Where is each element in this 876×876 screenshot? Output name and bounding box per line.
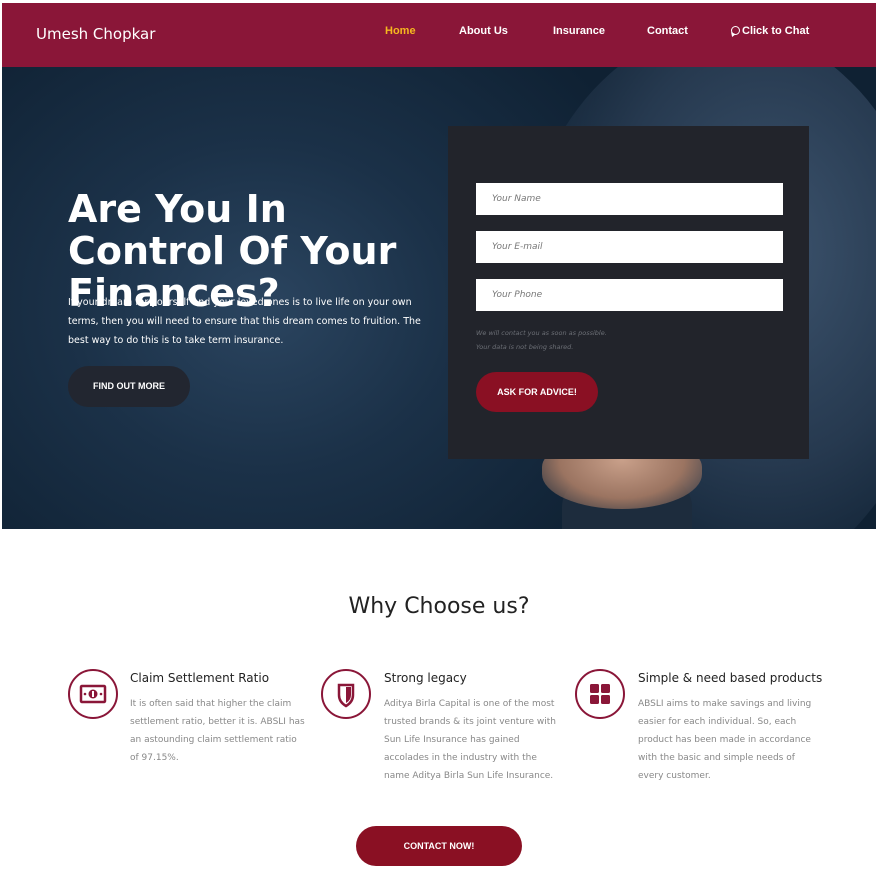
advice-form: We will contact you as soon as possible.… [448, 126, 809, 459]
email-input[interactable] [476, 231, 783, 263]
hero-text: If your dream for yourself and your love… [68, 297, 421, 346]
name-input[interactable] [476, 183, 783, 215]
feature-text-legacy: Aditya Birla Capital is one of the most … [384, 699, 557, 781]
ask-for-advice-button[interactable]: ASK FOR ADVICE! [476, 372, 598, 412]
hero-section: Are You In Control Of Your Finances? If … [2, 67, 876, 529]
form-note-privacy: Your data is not being shared. [476, 343, 574, 351]
nav-contact[interactable]: Contact [647, 25, 688, 37]
nav-home[interactable]: Home [385, 25, 416, 37]
contact-now-button[interactable]: CONTACT NOW! [356, 826, 522, 866]
phone-input[interactable] [476, 279, 783, 311]
feature-text-claim: It is often said that higher the claim s… [130, 699, 305, 763]
why-choose-title: Why Choose us? [348, 594, 530, 619]
brand-logo[interactable]: Umesh Chopkar [36, 25, 155, 43]
feature-title-claim: Claim Settlement Ratio [130, 671, 270, 685]
page: Umesh Chopkar Home About Us Insurance Co… [2, 3, 876, 876]
feature-title-products: Simple & need based products [638, 671, 823, 685]
grid-icon [575, 669, 625, 719]
nav-click-to-chat[interactable]: Click to Chat [731, 25, 809, 37]
feature-text-products: ABSLI aims to make savings and living ea… [638, 699, 812, 781]
money-icon [68, 669, 118, 719]
nav-chat-label: Click to Chat [742, 25, 810, 37]
feature-title-legacy: Strong legacy [384, 671, 467, 685]
nav-about-us[interactable]: About Us [459, 25, 508, 37]
nav-insurance[interactable]: Insurance [553, 25, 605, 37]
find-out-more-button[interactable]: FIND OUT MORE [68, 366, 190, 407]
shield-icon [321, 669, 371, 719]
form-note-contact: We will contact you as soon as possible. [476, 329, 607, 337]
navbar: Umesh Chopkar Home About Us Insurance Co… [2, 3, 876, 67]
whatsapp-icon [731, 26, 740, 35]
